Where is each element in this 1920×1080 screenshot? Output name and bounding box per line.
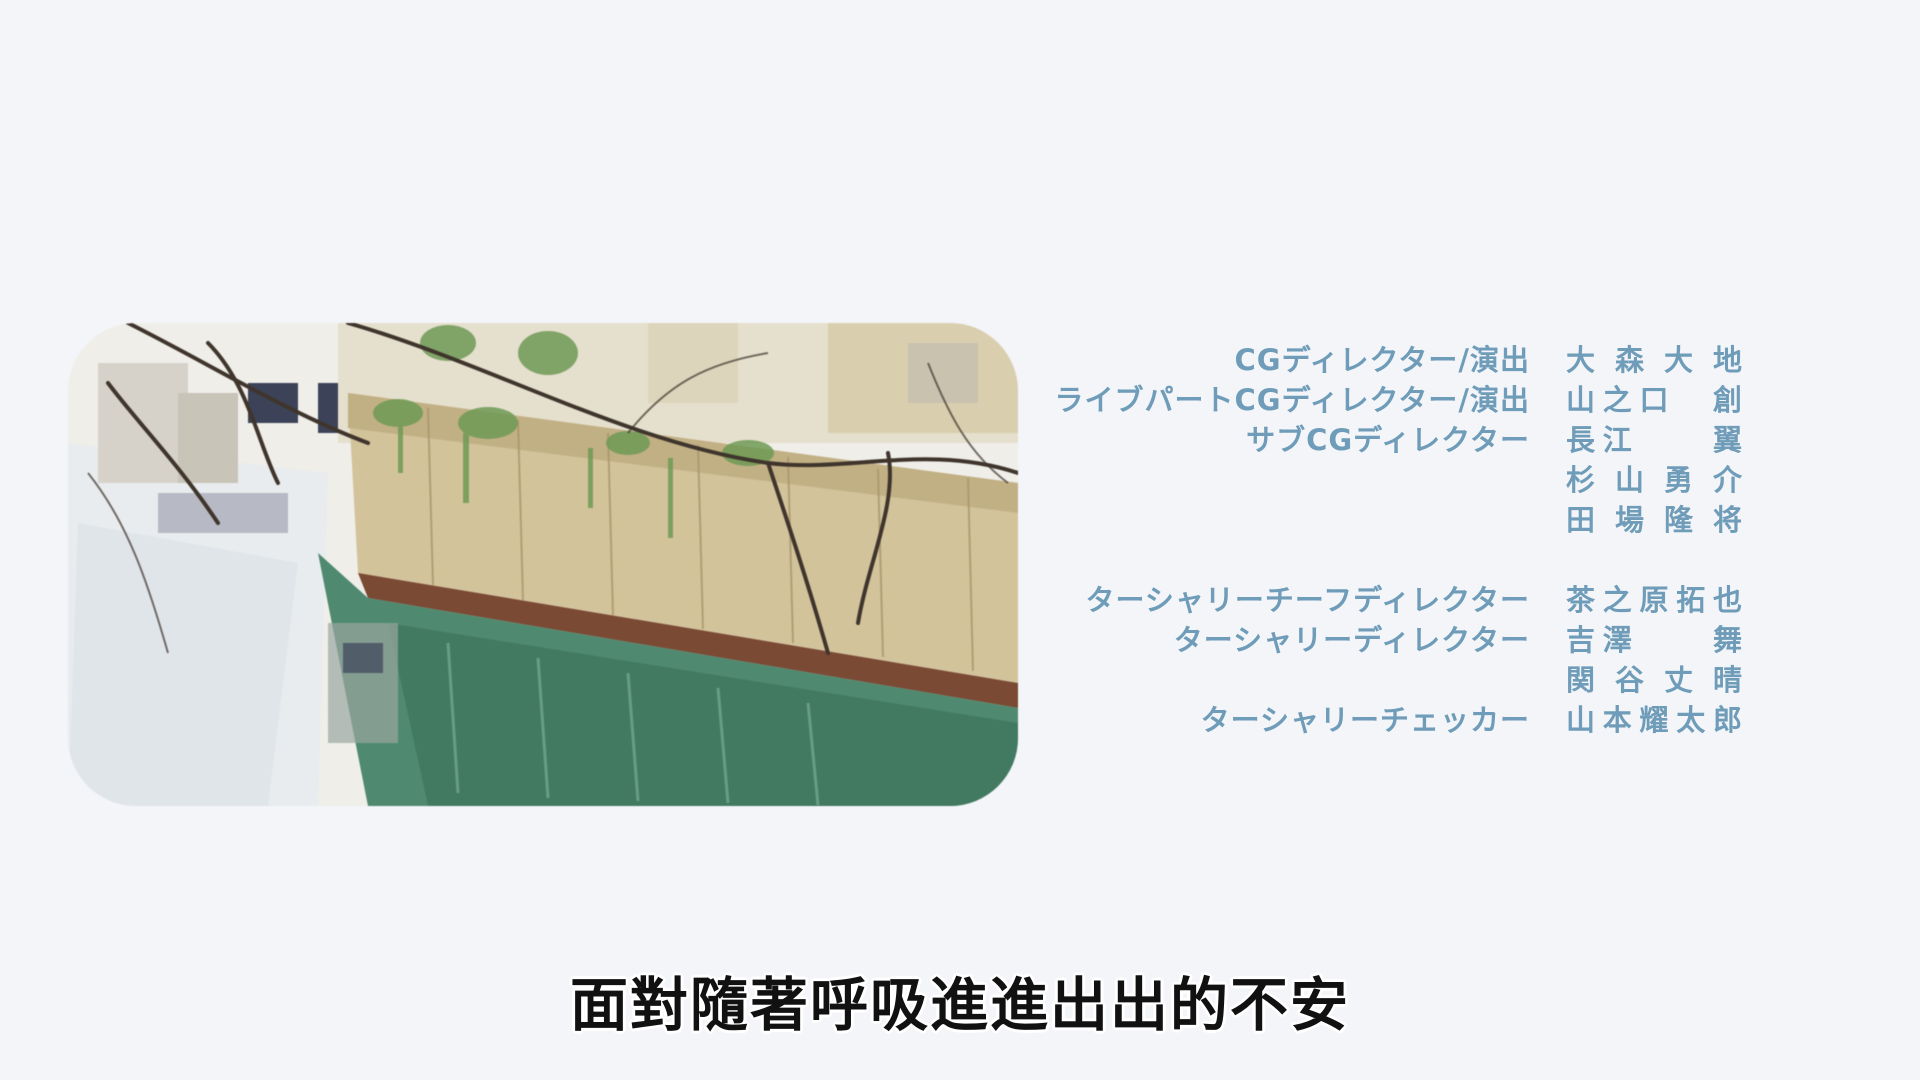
credit-name: 関谷丈晴	[1566, 663, 1743, 697]
credit-row: サブCGディレクター 長江 翼	[1000, 420, 1800, 460]
credit-row: 田場隆将	[1000, 500, 1800, 540]
credit-row: CGディレクター/演出 大森大地	[1000, 340, 1800, 380]
credit-role: ライブパートCGディレクター/演出	[1054, 383, 1530, 417]
credit-role: ターシャリーディレクター	[1173, 623, 1530, 657]
credit-role: サブCGディレクター	[1246, 423, 1530, 457]
credit-row: 杉山勇介	[1000, 460, 1800, 500]
credit-name: 大森大地	[1566, 343, 1743, 377]
credit-name: 山本耀太郎	[1566, 703, 1743, 737]
credit-row: 関谷丈晴	[1000, 660, 1800, 700]
credit-name: 山之口 創	[1566, 383, 1743, 417]
credit-role: ターシャリーチーフディレクター	[1085, 583, 1530, 617]
canal-illustration	[68, 323, 1018, 806]
credit-name: 吉澤 舞	[1566, 623, 1743, 657]
credit-name: 長江 翼	[1566, 423, 1743, 457]
credit-row: ターシャリーチェッカー 山本耀太郎	[1000, 700, 1800, 740]
canal-scene-art	[68, 323, 1018, 806]
credit-role: CGディレクター/演出	[1234, 343, 1530, 377]
credit-row: ライブパートCGディレクター/演出 山之口 創	[1000, 380, 1800, 420]
credit-name: 茶之原拓也	[1566, 583, 1743, 617]
credit-name: 杉山勇介	[1566, 463, 1743, 497]
subtitle-caption: 面對隨著呼吸進進出出的不安	[569, 971, 1350, 1039]
credit-row: ターシャリーチーフディレクター 茶之原拓也	[1000, 580, 1800, 620]
credit-role: ターシャリーチェッカー	[1200, 703, 1530, 737]
credit-name: 田場隆将	[1566, 503, 1743, 537]
staff-credits: CGディレクター/演出 大森大地 ライブパートCGディレクター/演出 山之口 創…	[1000, 340, 1800, 740]
credit-row: ターシャリーディレクター 吉澤 舞	[1000, 620, 1800, 660]
